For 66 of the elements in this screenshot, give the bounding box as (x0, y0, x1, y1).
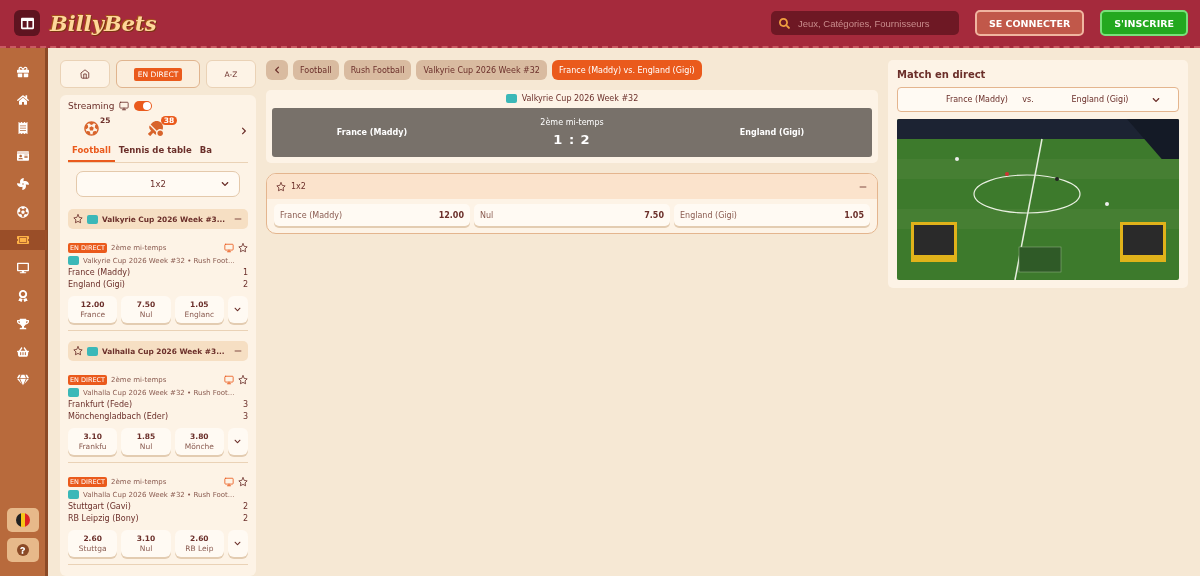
chevron-down-icon (221, 180, 229, 188)
odds-button[interactable]: Nul 7.50 (474, 204, 670, 226)
breadcrumb[interactable]: France (Maddy) vs. England (Gigi) (551, 60, 702, 80)
breadcrumb[interactable]: Rush Football (343, 60, 412, 80)
ticket-icon[interactable] (0, 230, 47, 250)
star-icon[interactable] (238, 477, 248, 487)
chevron-down-icon (234, 306, 242, 313)
breadcrumb[interactable]: Football (293, 60, 339, 80)
market-select[interactable]: 1x2 (76, 171, 240, 197)
match-select[interactable]: France (Maddy) vs. England (Gigi) (897, 87, 1179, 112)
team-score: 2 (242, 502, 248, 511)
logo[interactable]: BillyBets (50, 10, 157, 36)
sidebar-icon (20, 16, 34, 30)
help-button[interactable] (6, 538, 39, 562)
back-button[interactable] (266, 60, 288, 80)
help-icon (16, 544, 29, 556)
away-team: England (Gigi) (738, 128, 806, 137)
match-period: 2ème mi-temps (540, 118, 604, 127)
streaming-label: Streaming (68, 101, 115, 111)
team-score: 2 (242, 280, 248, 289)
odds-button[interactable]: England (Gigi) 1.05 (674, 204, 870, 226)
home-icon (80, 69, 90, 79)
team-score: 2 (242, 514, 248, 523)
panel-title: Match en direct (897, 69, 987, 80)
star-icon[interactable] (276, 181, 286, 192)
team-name: Frankfurt (Fede) (68, 400, 134, 409)
menu-button[interactable] (14, 10, 40, 36)
league-icon (87, 214, 98, 224)
breadcrumb[interactable]: Valkyrie Cup 2026 Week #32 (416, 60, 547, 80)
team-name: Stuttgart (Gavi) (68, 502, 132, 511)
search-input[interactable]: Jeux, Catégories, Fournisseurs (795, 16, 946, 30)
league-icon (505, 94, 517, 103)
star-icon[interactable] (73, 346, 83, 356)
team-name: Mönchengladbach (Eder) (68, 412, 170, 421)
league-icon (68, 490, 79, 499)
monitor-icon (119, 101, 130, 111)
league-name: Valkyrie Cup 2026 Week #32 (521, 94, 639, 103)
chevron-left-icon (273, 66, 281, 74)
search-field[interactable]: Jeux, Catégories, Fournisseurs (770, 11, 959, 35)
star-icon[interactable] (238, 375, 248, 385)
market-title: 1x2 (291, 182, 307, 191)
team-score: 1 (242, 268, 248, 277)
team-name: England (Gigi) (68, 280, 126, 289)
streaming-toggle[interactable] (134, 101, 153, 111)
login-button[interactable]: SE CONNECTER (974, 10, 1085, 36)
chevron-right-icon[interactable] (240, 127, 248, 135)
paddle-icon (147, 121, 163, 136)
league-icon (87, 346, 98, 356)
odds-button[interactable]: France (Maddy) 12.00 (274, 204, 470, 226)
home-button[interactable] (60, 60, 110, 88)
home-team: France (Maddy) (335, 128, 409, 137)
chevron-down-icon (1152, 95, 1160, 104)
sport-tab[interactable]: Ba (195, 141, 216, 162)
star-icon[interactable] (238, 243, 248, 253)
search-icon (778, 17, 790, 29)
star-icon[interactable] (73, 214, 83, 224)
language-button[interactable] (6, 508, 39, 532)
chevron-down-icon (234, 438, 242, 445)
team-name: France (Maddy) (68, 268, 132, 277)
league-icon (68, 256, 79, 265)
team-score: 3 (242, 412, 248, 421)
match-score: 1 : 2 (553, 132, 591, 147)
team-score: 3 (242, 400, 248, 409)
team-name: RB Leipzig (Bony) (68, 514, 140, 523)
chevron-down-icon (234, 540, 242, 547)
league-icon (68, 388, 79, 397)
